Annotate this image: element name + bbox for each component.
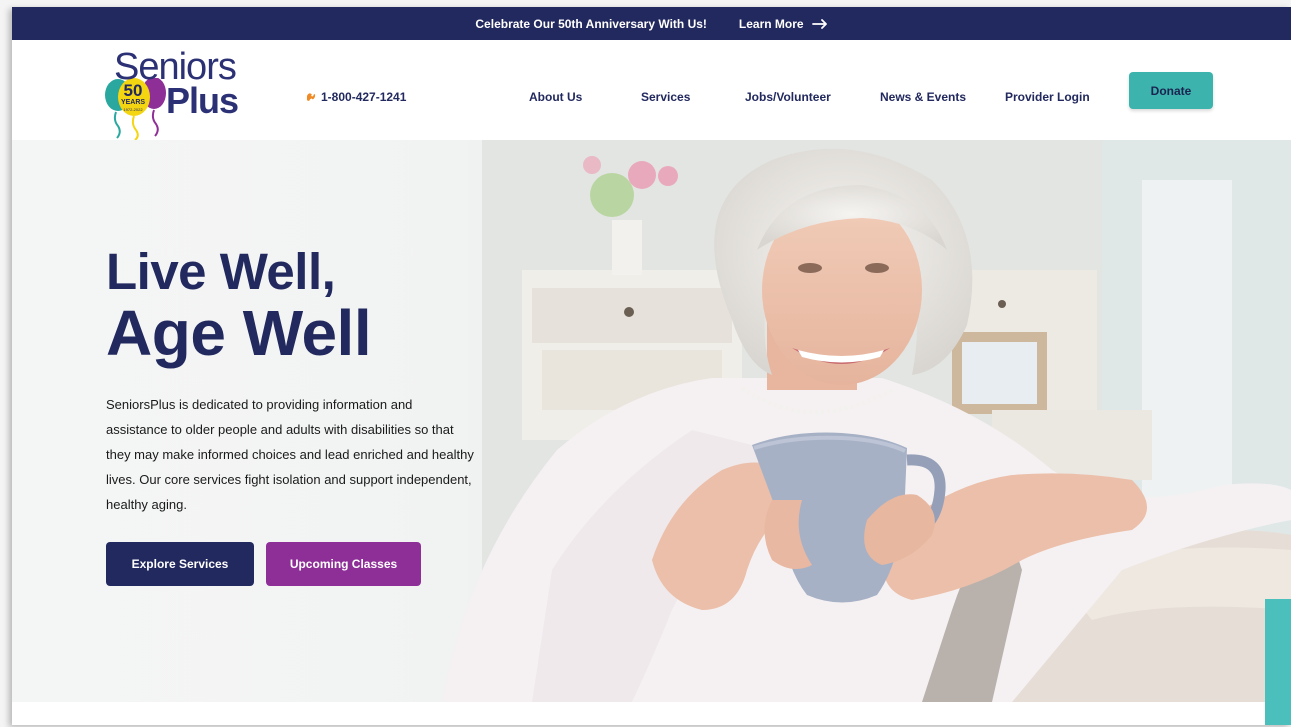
- nav-about-us[interactable]: About Us: [529, 90, 582, 104]
- nav-services[interactable]: Services: [641, 90, 690, 104]
- hero-description: SeniorsPlus is dedicated to providing in…: [106, 397, 474, 512]
- phone-number: 1-800-427-1241: [321, 90, 407, 104]
- section-divider: [12, 702, 1291, 725]
- badge-label: YEARS: [120, 99, 146, 106]
- hero-section: Live Well, Age Well SeniorsPlus is dedic…: [12, 140, 1291, 702]
- hero-title: Live Well, Age Well: [106, 243, 372, 369]
- learn-more-label: Learn More: [738, 16, 804, 31]
- hero-title-line1: Live Well,: [106, 243, 336, 300]
- upcoming-classes-button[interactable]: Upcoming Classes: [266, 542, 421, 586]
- feedback-side-tab[interactable]: [1265, 599, 1291, 725]
- nav-news-events[interactable]: News & Events: [880, 90, 966, 104]
- nav-provider-login[interactable]: Provider Login: [1005, 90, 1090, 104]
- arrow-right-icon: [811, 18, 827, 29]
- hero-title-line2: Age Well: [106, 297, 372, 369]
- logo-word-plus: Plus: [166, 80, 239, 121]
- phone-link[interactable]: 1-800-427-1241: [306, 90, 406, 104]
- announcement-bar: Celebrate Our 50th Anniversary With Us! …: [12, 7, 1291, 40]
- browser-viewport: Celebrate Our 50th Anniversary With Us! …: [12, 7, 1291, 725]
- site-header: 50 YEARS 1972-2022 Seniors Plus 1-800-42…: [12, 40, 1291, 140]
- badge-dates: 1972-2022: [123, 107, 143, 112]
- announcement-message: Celebrate Our 50th Anniversary With Us!: [475, 16, 707, 31]
- seniorsplus-logo[interactable]: 50 YEARS 1972-2022 Seniors Plus: [104, 46, 244, 140]
- phone-icon: [307, 93, 316, 101]
- nav-jobs-volunteer[interactable]: Jobs/Volunteer: [745, 90, 831, 104]
- explore-services-button[interactable]: Explore Services: [106, 542, 254, 586]
- learn-more-link[interactable]: Learn More: [739, 17, 828, 31]
- donate-button[interactable]: Donate: [1129, 72, 1213, 109]
- page: Celebrate Our 50th Anniversary With Us! …: [0, 0, 1291, 727]
